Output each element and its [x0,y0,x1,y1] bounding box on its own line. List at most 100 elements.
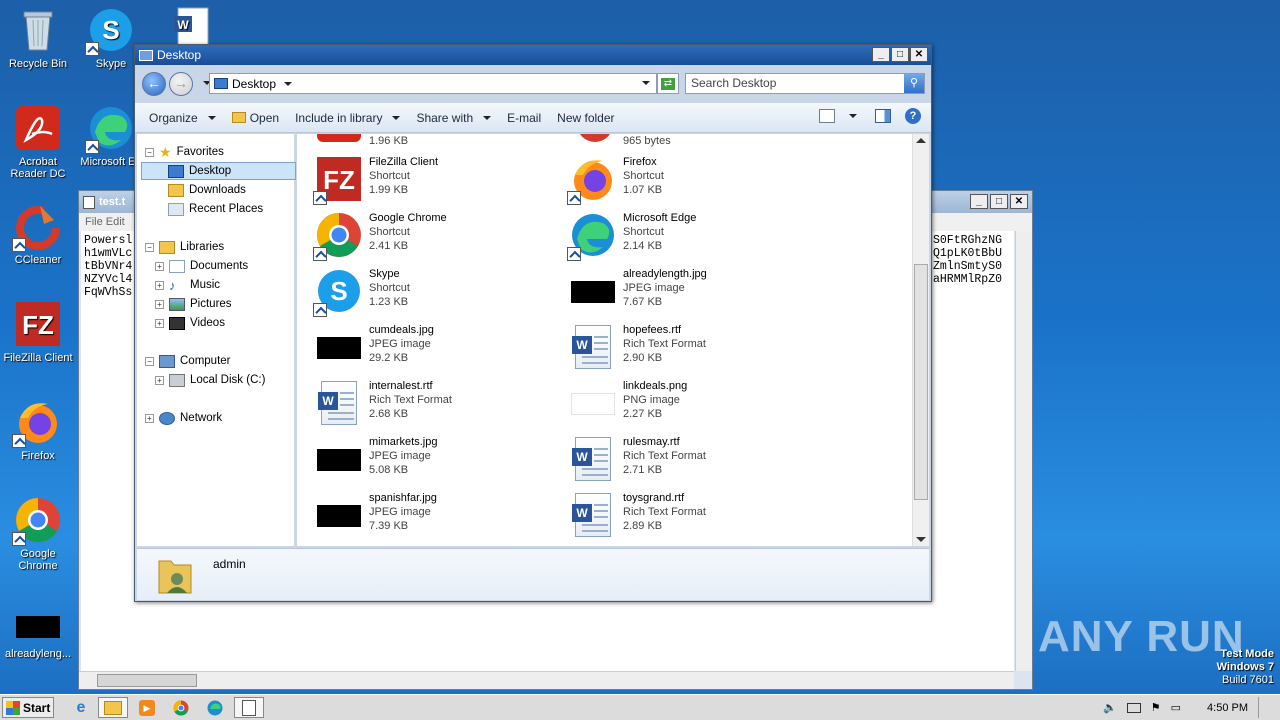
expand-icon[interactable]: + [155,318,164,328]
clock[interactable]: 4:50 PM [1207,702,1248,714]
file-name: mimarkets.jpg [369,436,438,448]
collapse-icon[interactable]: − [145,242,154,252]
file-item-toysgrand[interactable]: W toysgrand.rtf Rich Text Format 2.89 KB [569,491,706,539]
refresh-button[interactable]: ⇄ [657,73,679,94]
taskbar-explorer[interactable] [98,697,128,718]
notepad-vertical-scrollbar[interactable] [1015,231,1032,671]
file-item-rulesmay[interactable]: W rulesmay.rtf Rich Text Format 2.71 KB [569,435,706,483]
address-row: ← → Desktop ⇄ Search Desktop ⚲ [135,67,931,101]
desktop-icon-ccleaner[interactable]: CCleaner [0,202,76,266]
nav-computer[interactable]: − Computer [145,352,231,370]
expand-icon[interactable]: + [155,375,164,385]
desktop-icon-chrome[interactable]: Google Chrome [0,496,76,572]
file-name: FileZilla Client [369,156,439,168]
file-item-alreadylength[interactable]: alreadylength.jpg JPEG image 7.67 KB [569,267,707,315]
volume-icon[interactable]: 🔈 [1103,701,1117,714]
address-bar[interactable]: Desktop [209,73,657,94]
desktop-icon-firefox[interactable]: Firefox [0,398,76,462]
desktop-icon-label: Recycle Bin [8,58,68,70]
refresh-icon: ⇄ [661,77,675,90]
nav-network[interactable]: + Network [145,409,222,427]
forward-button[interactable]: → [169,72,193,96]
minimize-button[interactable]: _ [872,47,890,62]
network-tray-icon[interactable] [1126,702,1141,713]
open-button[interactable]: Open [224,111,287,125]
nav-recent-places[interactable]: Recent Places [168,200,263,218]
view-options-chevron-down-icon[interactable] [849,114,857,118]
file-list[interactable]: 1.96 KB 965 bytes FZ FileZilla Client Sho… [297,134,913,546]
collapse-icon[interactable]: − [145,356,154,366]
file-item-spanishfar[interactable]: spanishfar.jpg JPEG image 7.39 KB [315,491,437,539]
taskbar-chrome[interactable] [166,697,196,718]
back-button[interactable]: ← [142,72,166,96]
desktop-icon-alreadylength[interactable]: alreadyleng... [0,604,76,660]
scroll-thumb[interactable] [914,264,928,500]
explorer-window[interactable]: Desktop _ □ ✕ ← → Desktop ⇄ Search Deskt… [134,44,932,602]
collapse-icon[interactable]: − [145,147,154,157]
close-button[interactable]: ✕ [1010,194,1028,209]
nav-libraries[interactable]: − Libraries [145,238,224,256]
explorer-titlebar[interactable]: Desktop [135,45,931,65]
scroll-down-icon[interactable] [916,537,926,542]
desktop-icon-acrobat[interactable]: Acrobat Reader DC [0,104,76,180]
notepad-horizontal-scrollbar[interactable] [79,671,1014,689]
taskbar-notepad[interactable] [234,697,264,718]
file-item-chrome[interactable]: Google Chrome Shortcut 2.41 KB [313,211,447,261]
close-button[interactable]: ✕ [910,47,928,62]
file-size: 2.71 KB [623,464,663,476]
file-item-edge[interactable]: Microsoft Edge Shortcut 2.14 KB [567,211,696,261]
show-desktop-button[interactable] [1258,697,1268,718]
file-type: JPEG image [369,450,431,462]
taskbar-edge[interactable] [200,697,230,718]
scroll-thumb[interactable] [97,674,197,687]
nav-local-disk[interactable]: + Local Disk (C:) [155,371,265,389]
nav-documents[interactable]: + Documents [155,257,248,275]
address-chevron-icon[interactable] [284,81,293,86]
file-size: 7.67 KB [623,296,663,308]
file-item-skype[interactable]: S Skype Shortcut 1.23 KB [313,267,410,317]
file-item-cumdeals[interactable]: cumdeals.jpg JPEG image 29.2 KB [315,323,434,371]
search-input[interactable]: Search Desktop ⚲ [685,73,925,94]
nav-videos[interactable]: + Videos [155,314,225,332]
change-view-icon[interactable] [819,109,835,123]
file-item-linkdeals[interactable]: linkdeals.png PNG image 2.27 KB [569,379,687,427]
expand-icon[interactable]: + [155,280,164,290]
desktop-icon-filezilla[interactable]: FZ FileZilla Client [0,300,76,364]
file-item-filezilla[interactable]: FZ FileZilla Client Shortcut 1.99 KB [313,155,439,205]
expand-icon[interactable]: + [155,261,164,271]
include-in-library-button[interactable]: Include in library [287,111,408,125]
preview-pane-icon[interactable] [875,109,891,123]
power-icon[interactable]: ▭ [1171,701,1181,714]
desktop-icon-recycle-bin[interactable]: Recycle Bin [0,6,76,70]
nav-label: Recent Places [189,203,264,215]
maximize-button[interactable]: □ [990,194,1008,209]
nav-downloads[interactable]: Downloads [168,181,246,199]
email-button[interactable]: E-mail [499,111,549,125]
address-history-chevron-down-icon[interactable] [642,81,650,85]
recent-places-icon [168,202,184,216]
action-center-flag-icon[interactable]: ⚑ [1151,701,1161,714]
file-item-mimarkets[interactable]: mimarkets.jpg JPEG image 5.08 KB [315,435,437,483]
nav-desktop[interactable]: Desktop [141,162,296,180]
taskbar-media-player[interactable]: ▶ [132,697,162,718]
file-item-hopefees[interactable]: W hopefees.rtf Rich Text Format 2.90 KB [569,323,706,371]
start-button[interactable]: Start [2,697,54,718]
share-with-button[interactable]: Share with [408,111,499,125]
nav-pictures[interactable]: + Pictures [155,295,232,313]
new-folder-button[interactable]: New folder [549,111,622,125]
scroll-up-icon[interactable] [916,138,926,143]
maximize-button[interactable]: □ [891,47,909,62]
minimize-button[interactable]: _ [970,194,988,209]
nav-music[interactable]: + ♪ Music [155,276,220,294]
nav-favorites[interactable]: − ★ Favorites [145,143,224,161]
organize-button[interactable]: Organize [135,111,224,125]
file-item-firefox[interactable]: Firefox Shortcut 1.07 KB [567,155,664,205]
details-pane: admin [137,548,929,600]
file-list-scrollbar[interactable] [912,134,929,546]
file-item-internalest[interactable]: W internalest.rtf Rich Text Format 2.68 KB [315,379,452,427]
expand-icon[interactable]: + [155,299,164,309]
help-icon[interactable]: ? [905,108,921,124]
search-icon[interactable]: ⚲ [904,74,924,93]
taskbar-internet-explorer[interactable]: e [66,697,96,718]
expand-icon[interactable]: + [145,413,154,423]
